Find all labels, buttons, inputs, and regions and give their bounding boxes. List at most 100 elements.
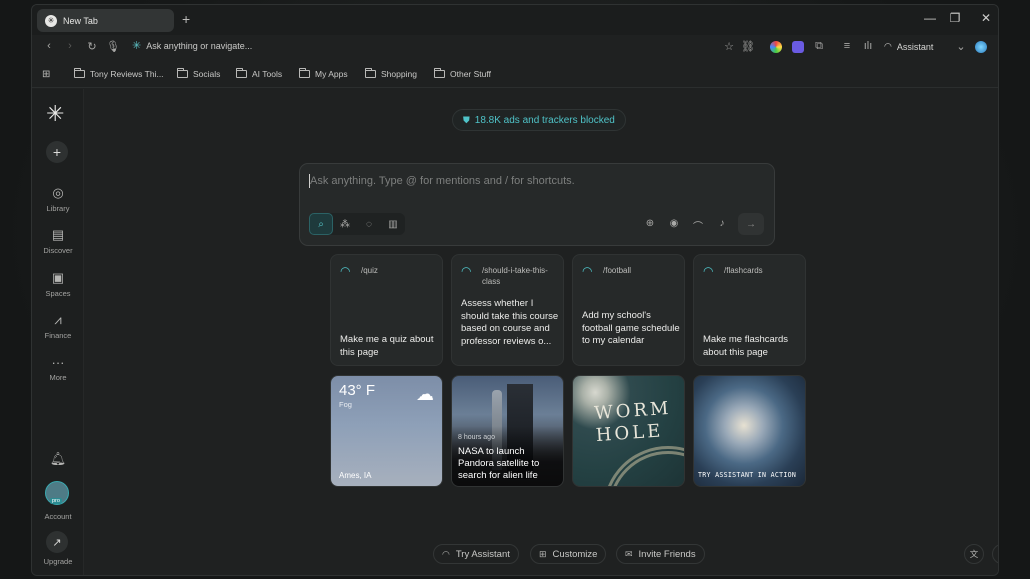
upgrade-label-wrap: Upgrade — [32, 554, 84, 566]
bookmark-folder[interactable]: Other Stuff — [434, 68, 491, 79]
bookmark-folder[interactable]: Socials — [177, 68, 221, 79]
main-content: ⛊ 18.8K ads and trackers blocked Ask any… — [84, 89, 998, 575]
news-card[interactable]: 8 hours ago NASA to launch Pandora satel… — [451, 375, 564, 487]
assistant-icon: ◠ — [582, 264, 593, 278]
shortcut-description: Add my school's football game schedule t… — [582, 310, 680, 346]
shortcut-card-quiz[interactable]: ◠ /quiz Make me a quiz about this page — [330, 254, 443, 366]
search-input[interactable]: Ask anything. Type @ for mentions and / … — [310, 175, 575, 187]
fog-cloud-icon: ☁ — [416, 384, 434, 404]
link-icon[interactable]: ⛓︎ — [741, 40, 755, 53]
reload-icon[interactable]: ↻ — [85, 40, 99, 53]
sidebar-item-library[interactable]: ◎ Library — [32, 185, 84, 213]
customize-label: Customize — [552, 548, 598, 560]
library-icon: ◎ — [52, 185, 64, 200]
pro-badge: pro — [50, 498, 62, 504]
menu-lines-icon[interactable]: ≡ — [840, 40, 854, 52]
notifications-bell-icon[interactable]: 🔔︎ — [32, 451, 84, 467]
sidebar-item-more[interactable]: ··· More — [32, 355, 84, 382]
apps-grid-icon[interactable]: ⊞ — [42, 69, 50, 80]
research-mode-icon[interactable]: ⁂ — [333, 213, 357, 235]
submit-button[interactable]: → — [738, 213, 764, 235]
folder-icon — [434, 68, 445, 78]
upgrade-button[interactable]: ↗ — [46, 531, 68, 553]
tab-new-tab[interactable]: ✳ New Tab — [37, 9, 174, 32]
folder-icon — [177, 68, 188, 78]
customize-button[interactable]: ⊞ Customize — [530, 544, 607, 564]
shortcut-card-flashcards[interactable]: ◠ /flashcards Make me flashcards about t… — [693, 254, 806, 366]
chevron-down-icon[interactable]: ⌄ — [954, 40, 968, 53]
shield-icon: ⛊ — [463, 114, 470, 125]
back-icon[interactable]: ‹ — [42, 40, 56, 52]
attach-icon[interactable]: ⌒ — [691, 218, 705, 233]
new-thread-button[interactable]: + — [46, 141, 68, 163]
news-time: 8 hours ago — [458, 434, 495, 441]
try-assistant-button[interactable]: ◠ Try Assistant — [433, 544, 519, 564]
search-mode-icon[interactable]: ⌕ — [309, 213, 333, 235]
mail-icon: ✉ — [625, 548, 633, 559]
help-button[interactable]: ? — [992, 544, 998, 564]
sidebar-item-discover[interactable]: ▤ Discover — [32, 227, 84, 255]
wormhole-card[interactable]: WORM HOLE — [572, 375, 685, 487]
study-mode-icon[interactable]: ▥ — [381, 213, 405, 235]
try-assistant-label: Try Assistant — [455, 548, 510, 560]
bookmark-label: Other Stuff — [450, 69, 491, 79]
language-button[interactable]: 文 — [964, 544, 984, 564]
perplexity-logo-icon[interactable]: ✳ — [46, 101, 64, 127]
shortcut-card-football[interactable]: ◠ /football Add my school's football gam… — [572, 254, 685, 366]
dictation-mic-icon[interactable]: ♪ — [715, 218, 729, 229]
new-tab-button[interactable]: + — [182, 11, 190, 27]
assistant-demo-card[interactable]: TRY ASSISTANT IN ACTION — [693, 375, 806, 487]
sidebar-item-finance[interactable]: ⩘ Finance — [32, 312, 84, 340]
translate-icon: 文 — [969, 549, 979, 559]
minimize-button[interactable]: — — [922, 11, 938, 25]
extension-purple-icon[interactable] — [792, 41, 804, 53]
search-box[interactable]: Ask anything. Type @ for mentions and / … — [299, 163, 775, 246]
weather-widget[interactable]: 43° F Fog ☁ Ames, IA — [330, 375, 443, 487]
omnibox-placeholder: Ask anything or navigate... — [146, 40, 253, 51]
perplexity-icon: ✳ — [132, 40, 142, 52]
demo-caption: TRY ASSISTANT IN ACTION — [698, 471, 797, 479]
assistant-icon: ◠ — [442, 548, 450, 559]
shortcut-card-should-i-take-this-class[interactable]: ◠ /should-i-take-this-class Assess wheth… — [451, 254, 564, 366]
account-label-wrap: Account — [32, 509, 84, 521]
wormhole-text: WORM HOLE — [593, 397, 673, 447]
extensions-puzzle-icon[interactable]: ⧉ — [812, 40, 826, 53]
bookmark-label: Shopping — [381, 69, 417, 79]
profile-icon[interactable] — [975, 41, 987, 53]
weather-location: Ames, IA — [339, 471, 372, 480]
extension-color-icon[interactable] — [770, 41, 782, 53]
bookmark-star-icon[interactable]: ☆ — [722, 40, 736, 53]
omnibox[interactable]: ✳ Ask anything or navigate... — [132, 39, 252, 52]
bookmarks-bar: ⊞ Tony Reviews Thi... Socials AI Tools M… — [32, 61, 998, 88]
bookmark-label: AI Tools — [252, 69, 283, 79]
bookmark-folder[interactable]: Shopping — [365, 68, 417, 79]
folder-icon — [74, 68, 85, 78]
bookmark-folder[interactable]: My Apps — [299, 68, 348, 79]
globe-icon[interactable]: ⊕ — [643, 218, 657, 229]
sidebar-item-label: Spaces — [45, 289, 71, 298]
bookmark-folder[interactable]: Tony Reviews Thi... — [74, 68, 164, 79]
labs-mode-icon[interactable]: ◌ — [357, 213, 381, 235]
microphone-icon[interactable]: 🎙︎ — [106, 40, 120, 53]
invite-friends-label: Invite Friends — [638, 548, 696, 560]
model-icon[interactable]: ◉ — [667, 218, 681, 229]
maximize-button[interactable]: ❐ — [947, 11, 963, 25]
tab-strip: ✳ New Tab + — ❐ ✕ — [32, 5, 998, 35]
bookmark-folder[interactable]: AI Tools — [236, 68, 283, 79]
shortcut-command: /quiz — [361, 266, 378, 275]
account-label: Account — [44, 512, 72, 521]
invite-friends-button[interactable]: ✉ Invite Friends — [616, 544, 705, 564]
assistant-icon: ◠ — [340, 264, 351, 278]
folder-icon — [365, 68, 376, 78]
sidebar-item-label: More — [49, 373, 67, 382]
sidebar-item-spaces[interactable]: ▣ Spaces — [32, 270, 84, 298]
audio-wave-icon[interactable]: ılı — [861, 40, 875, 52]
assistant-button[interactable]: ◠ Assistant — [884, 41, 933, 52]
ads-blocked-badge[interactable]: ⛊ 18.8K ads and trackers blocked — [452, 109, 626, 131]
bookmark-label: Socials — [193, 69, 221, 79]
toolbar: ‹ › ↻ 🎙︎ ✳ Ask anything or navigate... ☆… — [32, 35, 998, 61]
sidebar-item-label: Finance — [44, 331, 72, 340]
folder-icon — [236, 68, 247, 78]
forward-icon[interactable]: › — [63, 40, 77, 52]
close-button[interactable]: ✕ — [978, 11, 994, 25]
